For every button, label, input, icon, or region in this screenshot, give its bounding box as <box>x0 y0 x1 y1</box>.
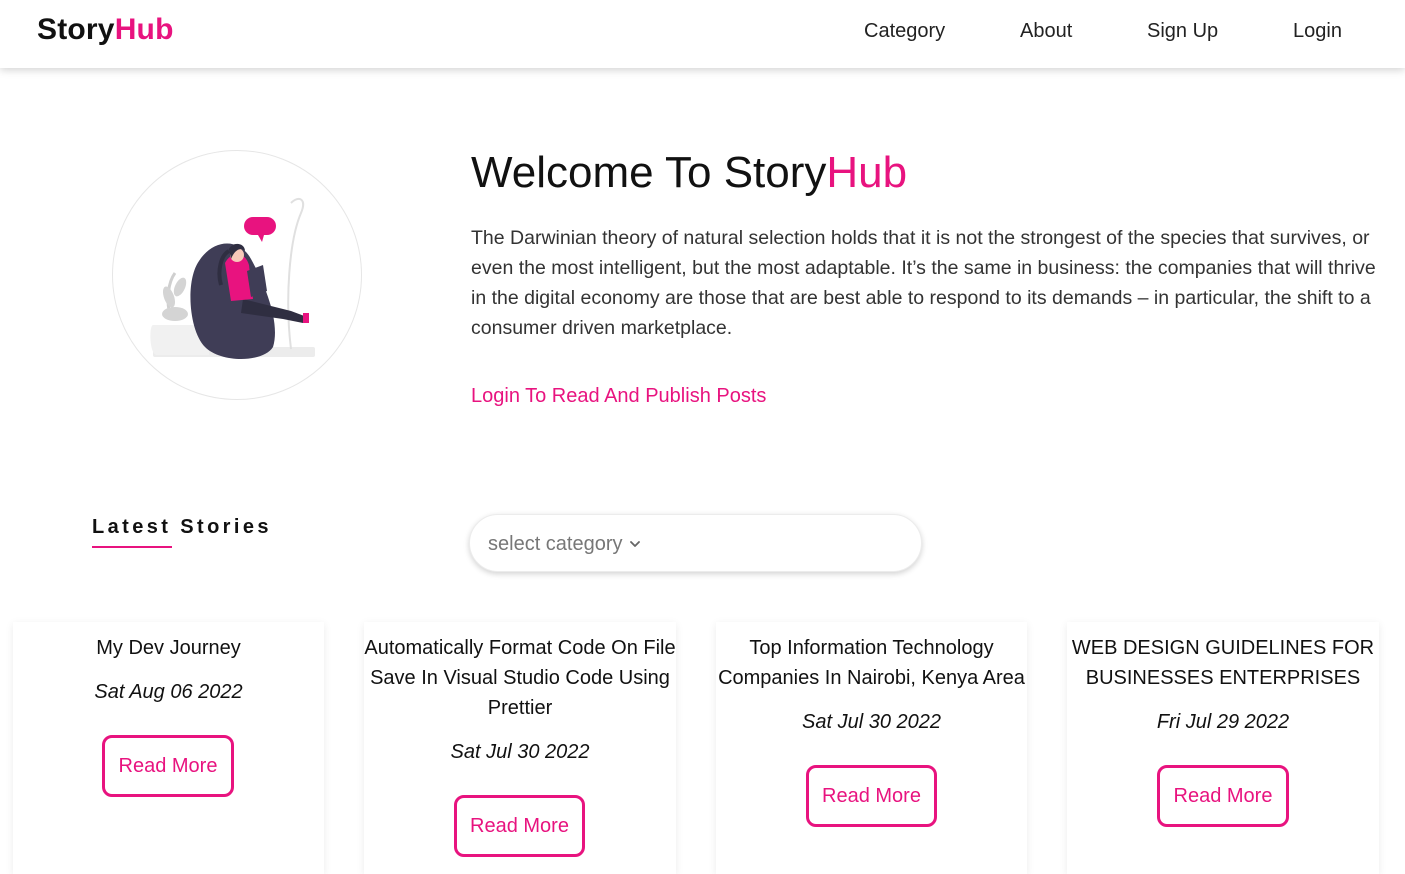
read-more-button[interactable]: Read More <box>1157 765 1289 827</box>
story-card-date: Sat Aug 06 2022 <box>94 681 243 703</box>
story-card-title[interactable]: Top Information Technology Companies In … <box>716 633 1027 693</box>
hero-illustration <box>112 150 362 400</box>
story-card: Automatically Format Code On File Save I… <box>364 622 676 874</box>
navbar: StoryHub Category About Sign Up Login <box>0 0 1405 68</box>
reading-person-illustration-icon <box>150 197 315 359</box>
brand-name-part2: Hub <box>114 13 174 46</box>
story-card-title[interactable]: Automatically Format Code On File Save I… <box>364 633 676 723</box>
nav-link-login[interactable]: Login <box>1293 20 1342 43</box>
story-card-title[interactable]: WEB DESIGN GUIDELINES FOR BUSINESSES ENT… <box>1067 633 1379 693</box>
story-card: Top Information Technology Companies In … <box>716 622 1027 874</box>
story-card-date: Fri Jul 29 2022 <box>1156 711 1290 733</box>
story-card-date: Sat Jul 30 2022 <box>802 711 941 733</box>
story-card-date: Sat Jul 30 2022 <box>450 741 590 763</box>
hero-description: The Darwinian theory of natural selectio… <box>471 227 1376 339</box>
story-card: WEB DESIGN GUIDELINES FOR BUSINESSES ENT… <box>1067 622 1379 874</box>
nav-link-category[interactable]: Category <box>864 20 945 43</box>
brand-logo[interactable]: StoryHub <box>37 13 174 47</box>
brand-name-part1: Story <box>37 13 115 46</box>
read-more-button[interactable]: Read More <box>102 735 234 797</box>
story-card-title[interactable]: My Dev Journey <box>13 633 324 663</box>
hero-title-part2: Hub <box>826 148 908 197</box>
read-more-button[interactable]: Read More <box>806 765 937 827</box>
hero-title-part1: Welcome To Story <box>471 148 827 197</box>
read-more-button[interactable]: Read More <box>454 795 585 857</box>
category-select-placeholder: select category <box>488 533 623 555</box>
category-select[interactable]: select category <box>469 514 922 572</box>
heading-underline <box>92 546 172 548</box>
login-to-read-link[interactable]: Login To Read And Publish Posts <box>471 385 766 408</box>
latest-stories-heading: Latest Stories <box>92 516 272 538</box>
story-card: My Dev Journey Sat Aug 06 2022 Read More <box>13 622 324 874</box>
hero-title: Welcome To StoryHub <box>471 148 907 198</box>
chevron-down-icon <box>630 541 640 547</box>
nav-link-sign-up[interactable]: Sign Up <box>1147 20 1218 43</box>
nav-link-about[interactable]: About <box>1020 20 1072 43</box>
